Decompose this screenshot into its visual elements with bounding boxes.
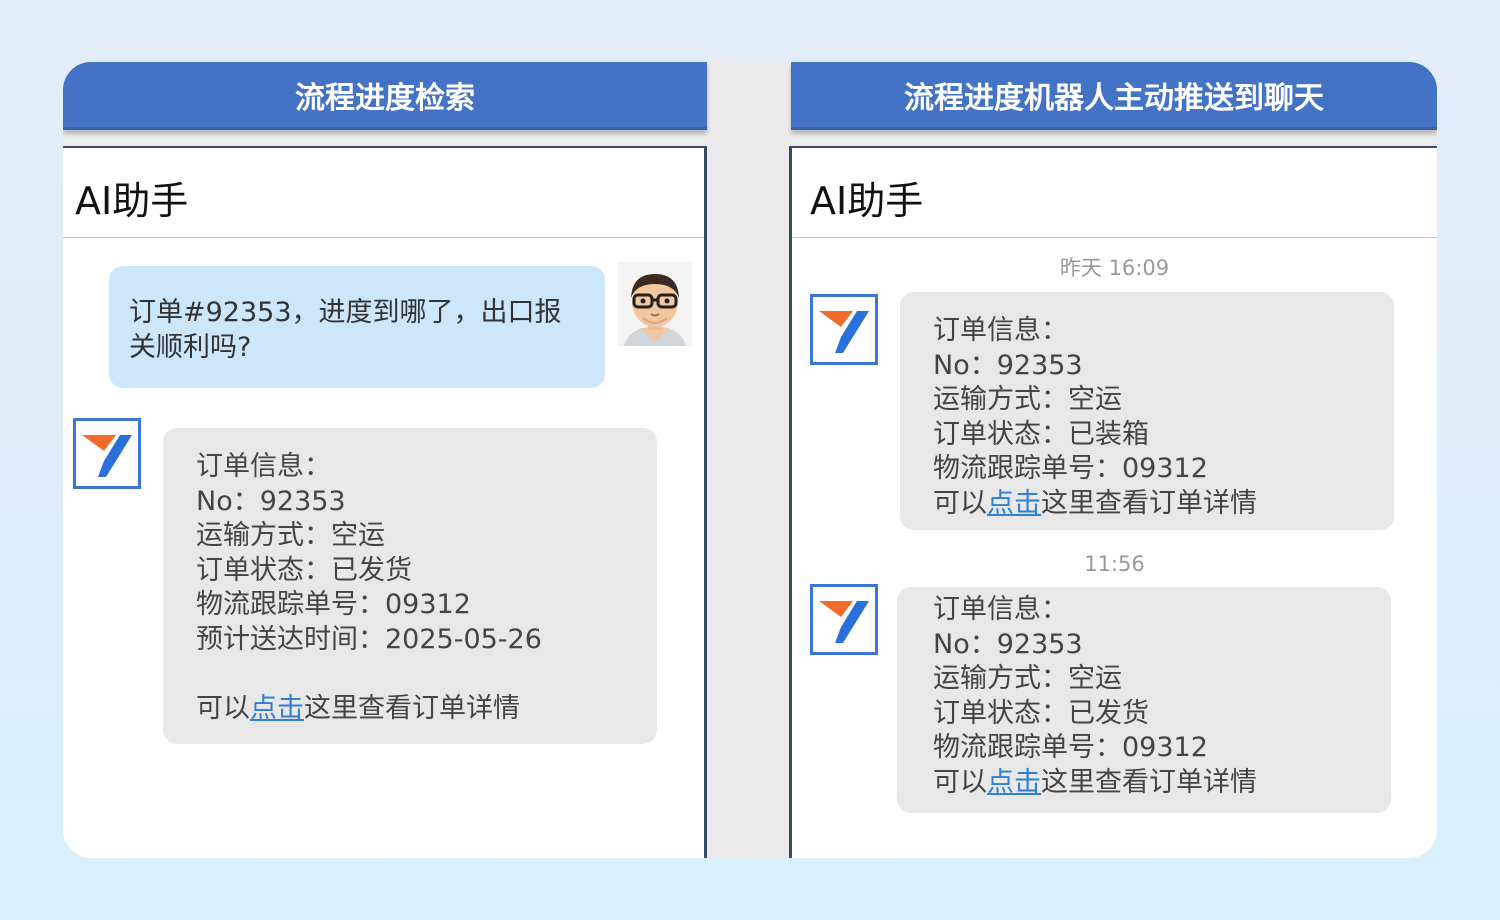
bot-message-line: 订单状态：已发货 (196, 554, 412, 586)
message-timestamp: 昨天 16:09 (1059, 256, 1170, 280)
order-detail-link[interactable]: 点击 (987, 767, 1041, 798)
bot-message-line: 订单状态：已装箱 (933, 418, 1149, 450)
order-detail-line: 可以点击这里查看订单详情 (933, 487, 1394, 522)
bot-message-line: 运输方式：空运 (196, 520, 385, 551)
bot-message-line: 物流跟踪单号：09312 (933, 453, 1208, 484)
right-panel-header: 流程进度机器人主动推送到聊天 (791, 62, 1437, 130)
bot-message-line: 订单信息： (933, 594, 1068, 625)
left-chat-title: AI助手 (63, 148, 704, 238)
link-suffix: 这里查看订单详情 (304, 693, 520, 724)
right-chat-title: AI助手 (792, 148, 1437, 238)
left-chat-panel: AI助手 订单#92353，进度到哪了，出口报 关顺利吗? 订单信息： No：9… (63, 146, 707, 858)
link-prefix: 可以 (933, 766, 987, 798)
bot-message-line: 预计送达时间：2025-05-26 (196, 623, 542, 655)
bot-logo-icon (73, 418, 141, 489)
user-message-line: 关顺利吗? (129, 331, 252, 363)
right-chat-panel: AI助手 昨天 16:09 订单信息： No：92353 运输方式：空运 订单状… (789, 146, 1437, 858)
user-message-line: 订单#92353，进度到哪了，出口报 (129, 297, 562, 328)
bot-message-line: 运输方式：空运 (933, 384, 1122, 415)
bot-logo-icon (810, 294, 878, 365)
bot-message-line: 运输方式：空运 (933, 663, 1122, 694)
comparison-card: 流程进度检索 流程进度机器人主动推送到聊天 AI助手 订单#92353，进度到哪… (63, 62, 1437, 858)
order-detail-link[interactable]: 点击 (987, 488, 1041, 519)
bot-message-line: No：92353 (196, 485, 346, 517)
message-timestamp: 11:56 (1084, 552, 1145, 576)
bot-message-line: 订单信息： (196, 451, 331, 482)
bot-message-line: No：92353 (933, 628, 1083, 660)
bot-message-line: 订单信息： (933, 315, 1068, 346)
link-suffix: 这里查看订单详情 (1041, 487, 1257, 519)
user-avatar (618, 262, 692, 346)
push-message-bubble: 订单信息： No：92353 运输方式：空运 订单状态：已装箱 物流跟踪单号：0… (900, 292, 1394, 530)
bot-logo-icon (810, 584, 878, 655)
bot-message-bubble: 订单信息： No：92353 运输方式：空运 订单状态：已发货 物流跟踪单号：0… (163, 428, 657, 744)
bot-message-line: 物流跟踪单号：09312 (933, 732, 1208, 763)
bot-message-line: 物流跟踪单号：09312 (196, 589, 471, 620)
order-detail-link[interactable]: 点击 (250, 693, 304, 724)
bot-message-line: 订单状态：已发货 (933, 697, 1149, 729)
link-prefix: 可以 (933, 487, 987, 519)
link-prefix: 可以 (196, 693, 250, 724)
left-panel-header: 流程进度检索 (63, 62, 707, 130)
bot-message-line: No：92353 (933, 349, 1083, 381)
order-detail-line: 可以点击这里查看订单详情 (933, 766, 1391, 801)
link-suffix: 这里查看订单详情 (1041, 766, 1257, 798)
order-detail-line: 可以点击这里查看订单详情 (196, 692, 657, 727)
user-message-bubble: 订单#92353，进度到哪了，出口报 关顺利吗? (109, 266, 605, 388)
push-message-bubble: 订单信息： No：92353 运输方式：空运 订单状态：已发货 物流跟踪单号：0… (897, 587, 1391, 813)
